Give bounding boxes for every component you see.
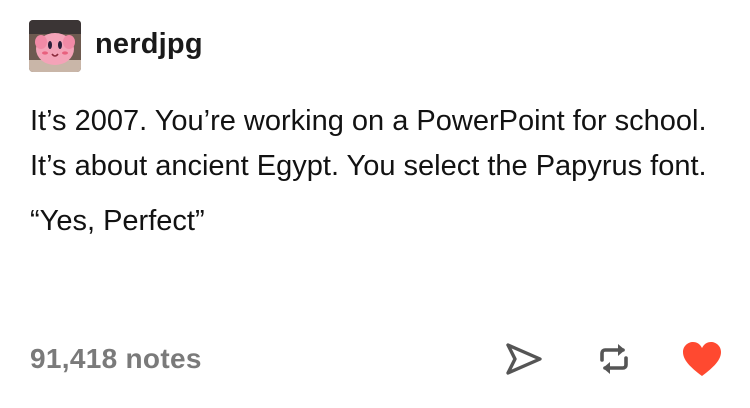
kirby-avatar-icon	[29, 20, 81, 72]
reblog-button[interactable]	[592, 337, 636, 381]
avatar[interactable]	[29, 20, 81, 72]
reblog-icon	[600, 344, 628, 374]
post-body: It’s 2007. You’re working on a PowerPoin…	[30, 99, 730, 244]
share-send-icon	[506, 343, 542, 375]
post-header: nerdjpg	[29, 20, 203, 72]
heart-icon	[683, 342, 721, 376]
post-footer: 91,418 notes	[30, 334, 724, 384]
post-actions	[502, 337, 724, 381]
post-paragraph: It’s 2007. You’re working on a PowerPoin…	[30, 105, 707, 182]
username[interactable]: nerdjpg	[95, 28, 203, 61]
tumblr-post: nerdjpg It’s 2007. You’re working on a P…	[0, 0, 750, 408]
like-button[interactable]	[680, 337, 724, 381]
notes-count[interactable]: 91,418 notes	[30, 343, 202, 375]
post-quote: “Yes, Perfect”	[30, 205, 205, 237]
share-button[interactable]	[502, 337, 546, 381]
